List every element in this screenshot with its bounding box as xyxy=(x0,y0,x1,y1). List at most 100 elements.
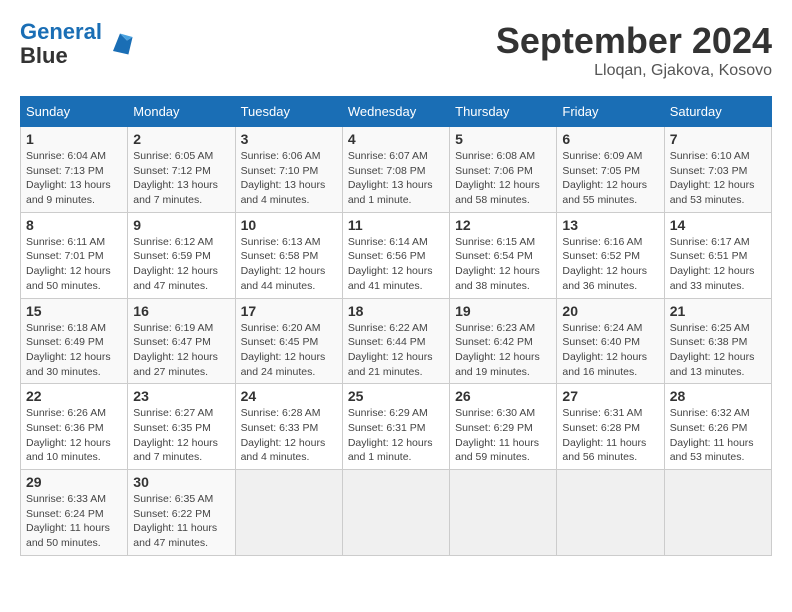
day-number: 16 xyxy=(133,303,229,319)
page-header: General Blue September 2024 Lloqan, Gjak… xyxy=(20,20,772,80)
month-title: September 2024 xyxy=(496,20,772,62)
col-header-tuesday: Tuesday xyxy=(235,97,342,127)
calendar-table: SundayMondayTuesdayWednesdayThursdayFrid… xyxy=(20,96,772,556)
day-detail: Sunrise: 6:18 AM Sunset: 6:49 PM Dayligh… xyxy=(26,321,122,380)
calendar-cell: 20 Sunrise: 6:24 AM Sunset: 6:40 PM Dayli… xyxy=(557,298,664,384)
calendar-cell: 30 Sunrise: 6:35 AM Sunset: 6:22 PM Dayli… xyxy=(128,470,235,556)
calendar-cell xyxy=(450,470,557,556)
day-detail: Sunrise: 6:12 AM Sunset: 6:59 PM Dayligh… xyxy=(133,235,229,294)
day-detail: Sunrise: 6:10 AM Sunset: 7:03 PM Dayligh… xyxy=(670,149,766,208)
day-detail: Sunrise: 6:11 AM Sunset: 7:01 PM Dayligh… xyxy=(26,235,122,294)
calendar-cell: 9Sunrise: 6:12 AM Sunset: 6:59 PM Daylig… xyxy=(128,212,235,298)
day-number: 19 xyxy=(455,303,551,319)
col-header-sunday: Sunday xyxy=(21,97,128,127)
logo-icon xyxy=(106,30,134,58)
calendar-cell: 3 Sunrise: 6:06 AM Sunset: 7:10 PM Daylig… xyxy=(235,127,342,213)
day-detail: Sunrise: 6:13 AM Sunset: 6:58 PM Dayligh… xyxy=(241,235,337,294)
calendar-cell: 13Sunrise: 6:16 AM Sunset: 6:52 PM Dayli… xyxy=(557,212,664,298)
calendar-cell xyxy=(664,470,771,556)
calendar-cell: 22Sunrise: 6:26 AM Sunset: 6:36 PM Dayli… xyxy=(21,384,128,470)
day-detail: Sunrise: 6:27 AM Sunset: 6:35 PM Dayligh… xyxy=(133,406,229,465)
day-detail: Sunrise: 6:17 AM Sunset: 6:51 PM Dayligh… xyxy=(670,235,766,294)
calendar-week-row: 15 Sunrise: 6:18 AM Sunset: 6:49 PM Dayli… xyxy=(21,298,772,384)
day-number: 29 xyxy=(26,474,122,490)
day-detail: Sunrise: 6:22 AM Sunset: 6:44 PM Dayligh… xyxy=(348,321,444,380)
logo-text: General Blue xyxy=(20,20,102,68)
calendar-cell: 16 Sunrise: 6:19 AM Sunset: 6:47 PM Dayli… xyxy=(128,298,235,384)
day-detail: Sunrise: 6:05 AM Sunset: 7:12 PM Dayligh… xyxy=(133,149,229,208)
day-detail: Sunrise: 6:24 AM Sunset: 6:40 PM Dayligh… xyxy=(562,321,658,380)
day-detail: Sunrise: 6:15 AM Sunset: 6:54 PM Dayligh… xyxy=(455,235,551,294)
day-number: 20 xyxy=(562,303,658,319)
calendar-cell: 21 Sunrise: 6:25 AM Sunset: 6:38 PM Dayli… xyxy=(664,298,771,384)
day-number: 21 xyxy=(670,303,766,319)
day-number: 27 xyxy=(562,388,658,404)
day-detail: Sunrise: 6:35 AM Sunset: 6:22 PM Dayligh… xyxy=(133,492,229,551)
day-number: 6 xyxy=(562,131,658,147)
day-detail: Sunrise: 6:25 AM Sunset: 6:38 PM Dayligh… xyxy=(670,321,766,380)
calendar-cell: 8 Sunrise: 6:11 AM Sunset: 7:01 PM Daylig… xyxy=(21,212,128,298)
calendar-week-row: 8 Sunrise: 6:11 AM Sunset: 7:01 PM Daylig… xyxy=(21,212,772,298)
day-number: 14 xyxy=(670,217,766,233)
day-number: 15 xyxy=(26,303,122,319)
calendar-cell xyxy=(235,470,342,556)
calendar-header-row: SundayMondayTuesdayWednesdayThursdayFrid… xyxy=(21,97,772,127)
calendar-week-row: 22Sunrise: 6:26 AM Sunset: 6:36 PM Dayli… xyxy=(21,384,772,470)
day-detail: Sunrise: 6:06 AM Sunset: 7:10 PM Dayligh… xyxy=(241,149,337,208)
day-detail: Sunrise: 6:20 AM Sunset: 6:45 PM Dayligh… xyxy=(241,321,337,380)
day-number: 24 xyxy=(241,388,337,404)
calendar-cell: 27 Sunrise: 6:31 AM Sunset: 6:28 PM Dayli… xyxy=(557,384,664,470)
day-number: 1 xyxy=(26,131,122,147)
calendar-cell: 12 Sunrise: 6:15 AM Sunset: 6:54 PM Dayli… xyxy=(450,212,557,298)
calendar-cell: 2Sunrise: 6:05 AM Sunset: 7:12 PM Daylig… xyxy=(128,127,235,213)
day-number: 4 xyxy=(348,131,444,147)
day-number: 28 xyxy=(670,388,766,404)
calendar-cell xyxy=(557,470,664,556)
col-header-thursday: Thursday xyxy=(450,97,557,127)
day-detail: Sunrise: 6:19 AM Sunset: 6:47 PM Dayligh… xyxy=(133,321,229,380)
day-number: 8 xyxy=(26,217,122,233)
day-detail: Sunrise: 6:29 AM Sunset: 6:31 PM Dayligh… xyxy=(348,406,444,465)
day-number: 11 xyxy=(348,217,444,233)
day-number: 23 xyxy=(133,388,229,404)
calendar-cell: 11 Sunrise: 6:14 AM Sunset: 6:56 PM Dayli… xyxy=(342,212,449,298)
calendar-cell: 6 Sunrise: 6:09 AM Sunset: 7:05 PM Daylig… xyxy=(557,127,664,213)
calendar-cell: 7 Sunrise: 6:10 AM Sunset: 7:03 PM Daylig… xyxy=(664,127,771,213)
day-number: 7 xyxy=(670,131,766,147)
day-detail: Sunrise: 6:08 AM Sunset: 7:06 PM Dayligh… xyxy=(455,149,551,208)
calendar-cell: 1 Sunrise: 6:04 AM Sunset: 7:13 PM Daylig… xyxy=(21,127,128,213)
day-detail: Sunrise: 6:33 AM Sunset: 6:24 PM Dayligh… xyxy=(26,492,122,551)
day-detail: Sunrise: 6:04 AM Sunset: 7:13 PM Dayligh… xyxy=(26,149,122,208)
day-number: 5 xyxy=(455,131,551,147)
calendar-cell: 14 Sunrise: 6:17 AM Sunset: 6:51 PM Dayli… xyxy=(664,212,771,298)
calendar-week-row: 1 Sunrise: 6:04 AM Sunset: 7:13 PM Daylig… xyxy=(21,127,772,213)
day-detail: Sunrise: 6:30 AM Sunset: 6:29 PM Dayligh… xyxy=(455,406,551,465)
day-number: 22 xyxy=(26,388,122,404)
col-header-friday: Friday xyxy=(557,97,664,127)
day-detail: Sunrise: 6:16 AM Sunset: 6:52 PM Dayligh… xyxy=(562,235,658,294)
day-number: 3 xyxy=(241,131,337,147)
day-detail: Sunrise: 6:28 AM Sunset: 6:33 PM Dayligh… xyxy=(241,406,337,465)
day-number: 30 xyxy=(133,474,229,490)
calendar-cell xyxy=(342,470,449,556)
calendar-cell: 10Sunrise: 6:13 AM Sunset: 6:58 PM Dayli… xyxy=(235,212,342,298)
day-detail: Sunrise: 6:31 AM Sunset: 6:28 PM Dayligh… xyxy=(562,406,658,465)
col-header-saturday: Saturday xyxy=(664,97,771,127)
calendar-cell: 24 Sunrise: 6:28 AM Sunset: 6:33 PM Dayli… xyxy=(235,384,342,470)
location-subtitle: Lloqan, Gjakova, Kosovo xyxy=(496,62,772,80)
calendar-cell: 26 Sunrise: 6:30 AM Sunset: 6:29 PM Dayli… xyxy=(450,384,557,470)
col-header-monday: Monday xyxy=(128,97,235,127)
col-header-wednesday: Wednesday xyxy=(342,97,449,127)
day-detail: Sunrise: 6:14 AM Sunset: 6:56 PM Dayligh… xyxy=(348,235,444,294)
day-number: 25 xyxy=(348,388,444,404)
calendar-cell: 4Sunrise: 6:07 AM Sunset: 7:08 PM Daylig… xyxy=(342,127,449,213)
calendar-cell: 28 Sunrise: 6:32 AM Sunset: 6:26 PM Dayli… xyxy=(664,384,771,470)
logo: General Blue xyxy=(20,20,134,68)
day-detail: Sunrise: 6:09 AM Sunset: 7:05 PM Dayligh… xyxy=(562,149,658,208)
calendar-week-row: 29 Sunrise: 6:33 AM Sunset: 6:24 PM Dayli… xyxy=(21,470,772,556)
calendar-cell: 23 Sunrise: 6:27 AM Sunset: 6:35 PM Dayli… xyxy=(128,384,235,470)
day-number: 12 xyxy=(455,217,551,233)
calendar-cell: 19Sunrise: 6:23 AM Sunset: 6:42 PM Dayli… xyxy=(450,298,557,384)
day-detail: Sunrise: 6:32 AM Sunset: 6:26 PM Dayligh… xyxy=(670,406,766,465)
day-number: 26 xyxy=(455,388,551,404)
